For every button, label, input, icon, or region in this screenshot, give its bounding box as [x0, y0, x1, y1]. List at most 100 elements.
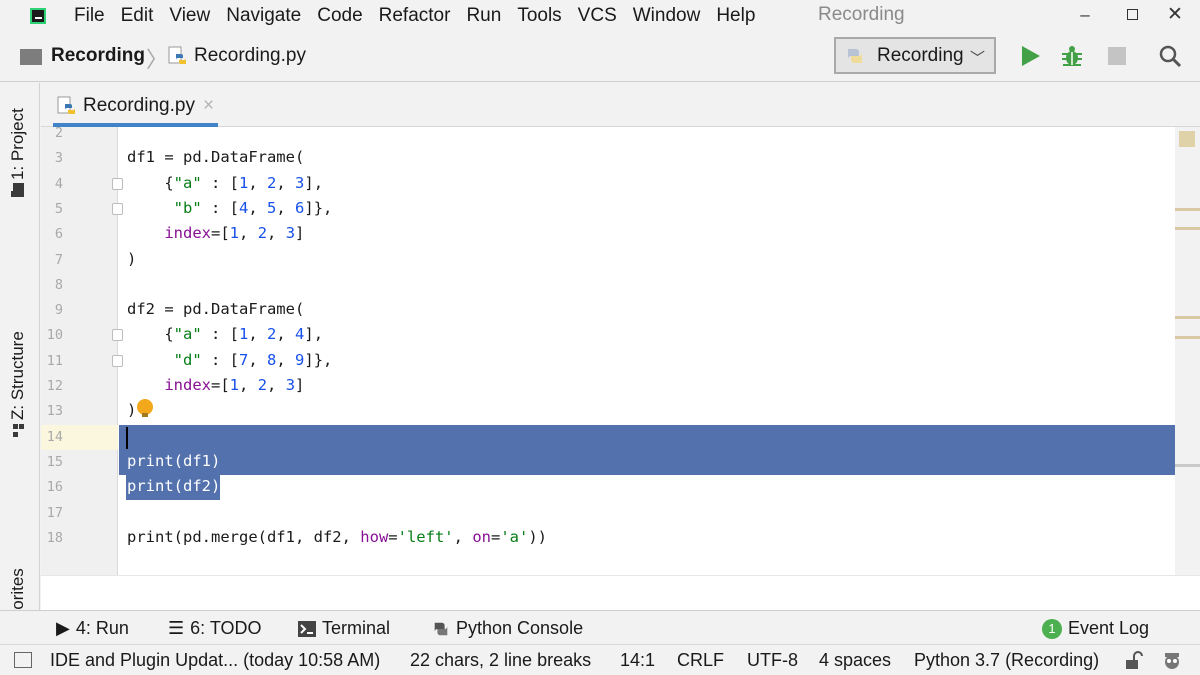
- code-editor[interactable]: 2 3 df1 = pd.DataFrame(4 {"a" : [1, 2, 3],…: [41, 127, 1175, 575]
- line-number: 14: [46, 428, 63, 445]
- menu-run[interactable]: Run: [466, 5, 501, 27]
- run-icon: ▶: [56, 618, 70, 638]
- search-icon[interactable]: [1158, 44, 1182, 68]
- menu-tools[interactable]: Tools: [517, 5, 561, 27]
- breadcrumb-file[interactable]: Recording.py: [168, 45, 306, 67]
- warning-marker[interactable]: [1175, 208, 1200, 211]
- code-text: df2 = pd.DataFrame(: [127, 300, 305, 319]
- menu-window[interactable]: Window: [633, 5, 701, 27]
- code-line[interactable]: 12 index=[1, 2, 3]: [41, 374, 1175, 399]
- code-line[interactable]: 8: [41, 273, 1175, 298]
- python-interpreter[interactable]: Python 3.7 (Recording): [914, 650, 1099, 671]
- fold-marker-icon[interactable]: [112, 329, 123, 342]
- editor-tabs: Recording.py ×: [41, 83, 1200, 127]
- code-line[interactable]: 15 print(df1): [41, 450, 1175, 475]
- line-number: 16: [46, 479, 63, 496]
- tool-window-event-log[interactable]: 1 Event Log: [1042, 618, 1149, 639]
- menu-bar: File Edit View Navigate Code Refactor Ru…: [0, 0, 1200, 32]
- selection-info: 22 chars, 2 line breaks: [410, 650, 592, 670]
- menu-vcs[interactable]: VCS: [578, 5, 617, 27]
- tool-window-project[interactable]: 1: Project: [8, 102, 28, 198]
- close-tab-icon[interactable]: ×: [203, 95, 214, 117]
- code-line[interactable]: 14: [41, 425, 1175, 450]
- tool-window-run[interactable]: ▶ 4: Run: [56, 618, 129, 639]
- code-line[interactable]: 10 {"a" : [1, 2, 4],: [41, 323, 1175, 348]
- code-line[interactable]: 7): [41, 248, 1175, 273]
- run-icon[interactable]: [1018, 44, 1042, 68]
- warning-marker[interactable]: [1175, 336, 1200, 339]
- tool-window-python-console[interactable]: Python Console: [432, 618, 583, 639]
- warning-marker[interactable]: [1175, 316, 1200, 319]
- indent-setting[interactable]: 4 spaces: [819, 650, 891, 671]
- pycharm-logo-icon[interactable]: [30, 8, 46, 24]
- status-message[interactable]: IDE and Plugin Updat... (today 10:58 AM): [50, 650, 380, 671]
- breadcrumb-project[interactable]: Recording: [20, 45, 145, 67]
- code-line[interactable]: 3 df1 = pd.DataFrame(: [41, 146, 1175, 171]
- menu-help[interactable]: Help: [716, 5, 755, 27]
- code-text: print(df1): [127, 451, 221, 470]
- debug-bug-icon[interactable]: [1060, 44, 1084, 68]
- code-line[interactable]: 16 print(df2): [41, 475, 1175, 500]
- line-number: 17: [46, 504, 63, 521]
- menu-view[interactable]: View: [169, 5, 210, 27]
- line-number: 15: [46, 453, 63, 470]
- tool-window-terminal[interactable]: Terminal: [298, 618, 390, 639]
- line-number: 9: [54, 302, 63, 319]
- fold-marker-icon[interactable]: [112, 177, 123, 190]
- tool-window-structure[interactable]: Z: Structure: [8, 325, 28, 438]
- left-tool-stripe: 1: Project Z: Structure 2: Favorites: [0, 83, 40, 674]
- close-window-button[interactable]: ✕: [1160, 3, 1190, 27]
- lightbulb-icon[interactable]: [137, 399, 153, 417]
- editor-tab-recording-py[interactable]: Recording.py ×: [53, 89, 219, 127]
- fold-marker-icon[interactable]: [112, 202, 123, 215]
- code-line[interactable]: 4 {"a" : [1, 2, 3],: [41, 172, 1175, 197]
- text-caret: [126, 426, 128, 449]
- breadcrumb-separator: 〉: [146, 47, 169, 72]
- line-number: 4: [54, 175, 63, 192]
- chevron-down-icon: ﹀: [969, 50, 985, 67]
- stop-icon[interactable]: [1105, 44, 1129, 68]
- line-separator[interactable]: CRLF: [677, 650, 724, 671]
- navigation-bar: Recording 〉 Recording.py Recording ﹀: [0, 32, 1200, 82]
- code-line[interactable]: 6 index=[1, 2, 3]: [41, 222, 1175, 247]
- line-number: 18: [46, 529, 63, 546]
- menu-refactor[interactable]: Refactor: [379, 5, 451, 27]
- code-text: ): [127, 249, 137, 268]
- selection-marker[interactable]: [1175, 464, 1200, 467]
- menu-edit[interactable]: Edit: [121, 5, 154, 27]
- code-text: "d" : [7, 8, 9]},: [173, 350, 333, 369]
- code-line[interactable]: 11 "d" : [7, 8, 9]},: [41, 349, 1175, 374]
- error-marker-stripe[interactable]: [1175, 127, 1200, 575]
- menu-navigate[interactable]: Navigate: [226, 5, 301, 27]
- event-count-badge: 1: [1042, 618, 1062, 639]
- tool-window-todo[interactable]: ☰ 6: TODO: [168, 618, 262, 639]
- python-file-icon: [168, 46, 186, 64]
- terminal-icon: [298, 620, 316, 637]
- tool-window-event-log-label: Event Log: [1068, 618, 1150, 638]
- caret-position[interactable]: 14:1: [620, 650, 655, 671]
- inspection-status-icon[interactable]: [1179, 131, 1195, 147]
- code-line[interactable]: 13): [41, 399, 1175, 424]
- run-configuration-select[interactable]: Recording ﹀: [834, 37, 996, 74]
- maximize-icon: [1126, 9, 1138, 20]
- warning-marker[interactable]: [1175, 227, 1200, 230]
- maximize-button[interactable]: [1117, 3, 1147, 27]
- code-text: "b" : [4, 5, 6]},: [173, 198, 333, 217]
- minimize-button[interactable]: –: [1070, 3, 1100, 27]
- inspector-icon[interactable]: [1160, 649, 1184, 673]
- todo-list-icon: ☰: [168, 618, 185, 638]
- lock-icon[interactable]: [1123, 651, 1143, 671]
- code-line[interactable]: 18 print(pd.merge(df1, df2, how='left', o…: [41, 526, 1175, 551]
- file-encoding[interactable]: UTF-8: [747, 650, 798, 671]
- python-file-icon: [57, 96, 75, 114]
- menu-code[interactable]: Code: [317, 5, 362, 27]
- code-line[interactable]: 9 df2 = pd.DataFrame(: [41, 298, 1175, 323]
- python-console-icon: [434, 622, 448, 635]
- toggle-tool-windows-icon[interactable]: [14, 652, 32, 668]
- line-number: 11: [46, 352, 63, 369]
- menu-file[interactable]: File: [74, 5, 105, 27]
- code-line[interactable]: 5 "b" : [4, 5, 6]},: [41, 197, 1175, 222]
- code-line[interactable]: 2: [41, 127, 1175, 146]
- fold-marker-icon[interactable]: [112, 354, 123, 367]
- code-line[interactable]: 17: [41, 501, 1175, 526]
